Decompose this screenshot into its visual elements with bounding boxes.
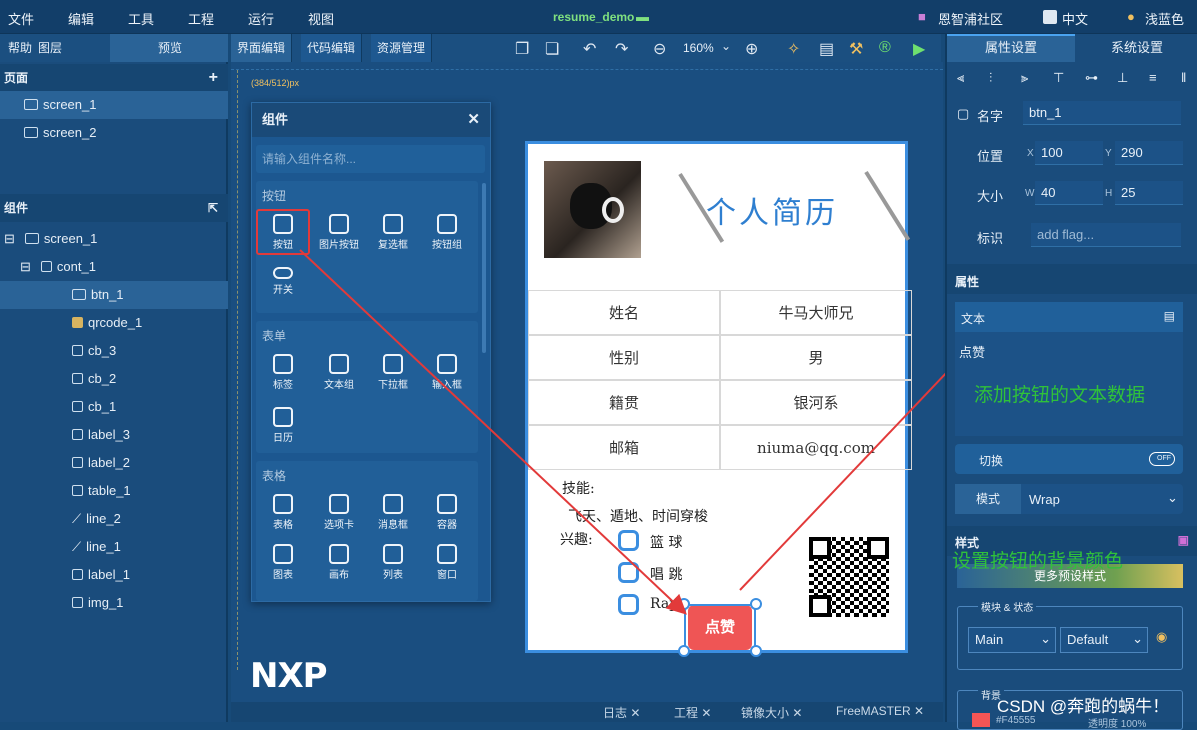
tab-system[interactable]: 系统设置 xyxy=(1075,34,1197,62)
bg-color-swatch[interactable] xyxy=(972,713,990,727)
right-panel: 属性设置 系统设置 ⫷ ⫶ ⫸ ⊤ ⊶ ⊥ ≡ ‖ ▢ 名字 btn_1 位置 … xyxy=(945,34,1197,730)
x-label: X xyxy=(1027,148,1034,159)
text-field-header: 文本 ▤ xyxy=(955,302,1183,332)
list-icon[interactable]: ▤ xyxy=(1164,309,1175,323)
h-input[interactable]: 25 xyxy=(1115,181,1183,205)
w-label: W xyxy=(1025,188,1035,199)
tab-freemaster[interactable]: FreeMASTER ✕ xyxy=(836,704,924,718)
tab-log-label: 日志 xyxy=(603,706,628,720)
toggle-label: 切换 xyxy=(979,454,1004,468)
text-value: 点赞 xyxy=(959,345,986,360)
attr-header: 属性 xyxy=(947,264,1197,294)
text-label: 文本 xyxy=(961,312,986,326)
align-center-icon[interactable]: ⫶ xyxy=(989,70,992,86)
annotation-text-data: 添加按钮的文本数据 xyxy=(974,385,1146,406)
annotation-bg-color: 设置按钮的背景颜色 xyxy=(952,551,1124,572)
right-tabs: 属性设置 系统设置 xyxy=(947,34,1197,62)
opacity-value[interactable]: 透明度 100% xyxy=(1088,715,1146,730)
align-bottom-icon[interactable]: ⊥ xyxy=(1117,70,1128,86)
state-select[interactable]: Default ⌄ xyxy=(1060,627,1148,653)
align-top-icon[interactable]: ⊤ xyxy=(1053,70,1064,86)
mode-row: 模式 Wrap ⌄ xyxy=(955,484,1183,514)
toggle-row: 切换 OFF xyxy=(955,444,1183,474)
distribute-v-icon[interactable]: ‖ xyxy=(1181,70,1186,85)
eye-icon[interactable]: ◉ xyxy=(1156,629,1167,645)
chevron-down-icon[interactable]: ⌄ xyxy=(1167,490,1178,506)
watermark: CSDN @奔跑的蜗牛！ xyxy=(997,697,1170,716)
tab-mirror[interactable]: 镜像大小 ✕ xyxy=(741,704,802,721)
align-right-icon[interactable]: ⫸ xyxy=(1021,70,1028,86)
tab-log[interactable]: 日志 ✕ xyxy=(603,704,640,721)
module-select[interactable]: Main ⌄ xyxy=(968,627,1056,653)
name-input[interactable]: btn_1 xyxy=(1023,101,1181,125)
chevron-down-icon: ⌄ xyxy=(1132,631,1143,646)
y-label: Y xyxy=(1105,148,1112,159)
tab-freemaster-label: FreeMASTER xyxy=(836,704,911,718)
tab-project-label: 工程 xyxy=(674,706,699,720)
state-value: Default xyxy=(1067,632,1109,647)
y-input[interactable]: 290 xyxy=(1115,141,1183,165)
attr-header-label: 属性 xyxy=(955,275,980,289)
distribute-icon[interactable]: ≡ xyxy=(1149,70,1157,85)
module-state-box: 模块 & 状态 Main ⌄ Default ⌄ ◉ xyxy=(957,599,1183,670)
button-type-icon: ▢ xyxy=(957,106,970,121)
pos-label: 位置 xyxy=(977,149,1004,164)
align-left-icon[interactable]: ⫷ xyxy=(957,70,964,86)
name-label: 名字 xyxy=(977,109,1004,124)
h-label: H xyxy=(1105,188,1113,199)
x-input[interactable]: 100 xyxy=(1035,141,1103,165)
toggle-state: OFF xyxy=(1157,455,1171,462)
flag-label: 标识 xyxy=(977,231,1004,246)
module-label: 模块 & 状态 xyxy=(978,599,1037,614)
toggle-switch[interactable]: OFF xyxy=(1149,452,1175,466)
mode-select[interactable]: Wrap xyxy=(1029,492,1060,507)
bottom-bar: 日志 ✕ 工程 ✕ 镜像大小 ✕ FreeMASTER ✕ xyxy=(231,702,943,722)
module-value: Main xyxy=(975,632,1004,647)
tab-mirror-label: 镜像大小 xyxy=(741,706,790,720)
align-toolbar: ⫷ ⫶ ⫸ ⊤ ⊶ ⊥ ≡ ‖ xyxy=(947,64,1197,94)
chevron-down-icon: ⌄ xyxy=(1040,631,1051,646)
w-input[interactable]: 40 xyxy=(1035,181,1103,205)
align-middle-icon[interactable]: ⊶ xyxy=(1085,70,1098,86)
flag-input[interactable]: add flag... xyxy=(1031,223,1181,247)
save-icon[interactable]: ▣ xyxy=(1178,533,1189,547)
tab-project[interactable]: 工程 ✕ xyxy=(674,704,711,721)
size-label: 大小 xyxy=(977,189,1004,204)
tab-props[interactable]: 属性设置 xyxy=(947,34,1075,62)
mode-label: 模式 xyxy=(955,484,1021,514)
